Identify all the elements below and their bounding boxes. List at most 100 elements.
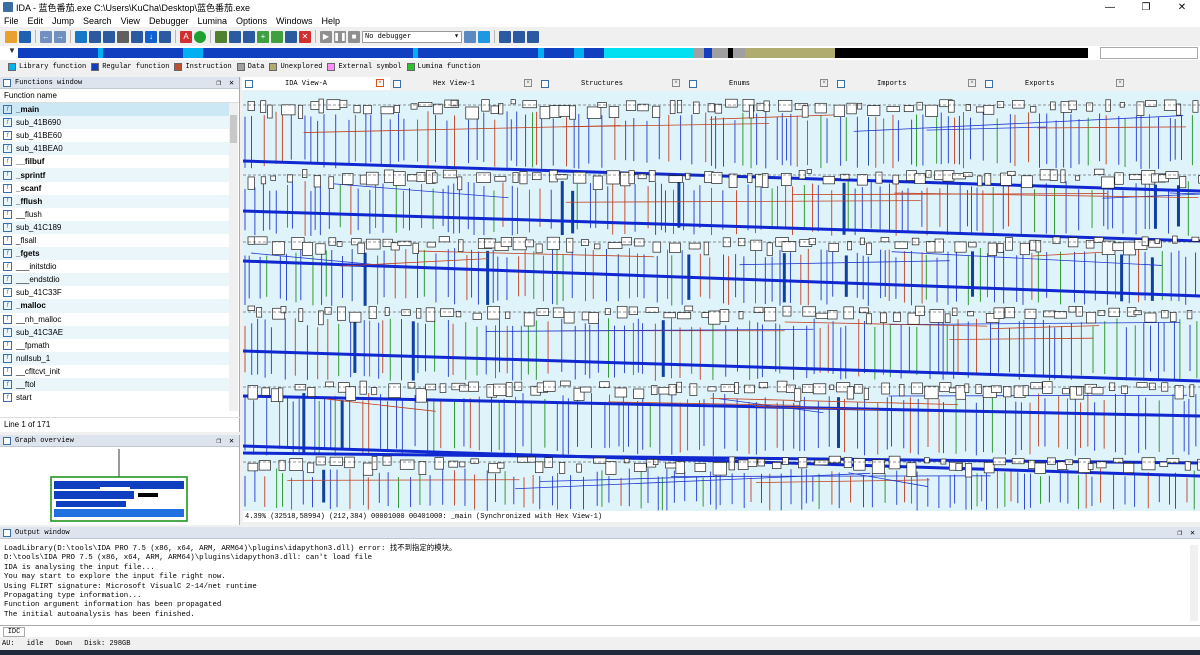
legend-swatch — [269, 63, 278, 71]
function-row[interactable]: f _fflush — [0, 194, 229, 208]
function-row[interactable]: f __nh_malloc — [0, 313, 229, 326]
close-tab-icon[interactable]: × — [672, 79, 680, 87]
play-icon[interactable]: ▶ — [320, 30, 332, 43]
function-row[interactable]: f sub_41C33F — [0, 286, 229, 299]
text-search-icon[interactable]: A — [180, 30, 192, 43]
tab-structures[interactable]: Structures × — [538, 77, 686, 90]
data-icon[interactable] — [103, 30, 115, 43]
function-row[interactable]: f start — [0, 391, 229, 404]
output-scrollbar[interactable] — [1190, 545, 1198, 621]
debugger-options-icon[interactable] — [464, 30, 476, 43]
xref-icon[interactable] — [229, 30, 241, 43]
autoanalysis-state: idle — [26, 640, 44, 648]
back-icon[interactable]: ← — [40, 30, 52, 43]
delete-icon[interactable]: ✕ — [299, 30, 311, 43]
menu-options[interactable]: Options — [236, 16, 267, 26]
float-icon[interactable]: ❐ — [216, 436, 221, 446]
navigation-dropdown[interactable] — [1100, 47, 1198, 59]
float-icon[interactable]: ❐ — [216, 78, 221, 88]
graph-icon[interactable] — [215, 30, 227, 43]
output-window: Output window ❐ ✕ LoadLibrary(D:\tools\ID… — [0, 527, 1200, 625]
stop-icon[interactable]: ■ — [348, 30, 360, 43]
forward-icon[interactable]: → — [54, 30, 66, 43]
tab-ida-view-a[interactable]: IDA View-A × — [242, 77, 390, 90]
struct-icon[interactable] — [117, 30, 129, 43]
search-direction[interactable]: Down — [55, 640, 72, 648]
proximity-icon[interactable] — [243, 30, 255, 43]
menu-view[interactable]: View — [121, 16, 140, 26]
function-row[interactable]: f _main — [0, 103, 229, 117]
array-icon[interactable] — [131, 30, 143, 43]
menu-windows[interactable]: Windows — [276, 16, 313, 26]
layout-icon[interactable] — [513, 30, 525, 43]
code-icon[interactable] — [75, 30, 87, 43]
function-row[interactable]: f _flsall — [0, 234, 229, 247]
float-icon[interactable]: ❐ — [1177, 528, 1182, 538]
debugger-select[interactable]: No debugger — [362, 30, 462, 43]
open-icon[interactable] — [5, 30, 17, 43]
function-row[interactable]: f _malloc — [0, 299, 229, 313]
tab-hex-view-1[interactable]: Hex View-1 × — [390, 77, 538, 90]
function-row[interactable]: f nullsub_1 — [0, 351, 229, 365]
navigation-bar[interactable] — [18, 48, 1088, 58]
close-panel-icon[interactable]: ✕ — [229, 78, 234, 88]
pause-icon[interactable]: ❚❚ — [333, 30, 347, 43]
maximize-button[interactable]: ❐ — [1128, 0, 1164, 14]
function-row[interactable]: f sub_41BE60 — [0, 129, 229, 142]
idc-language-button[interactable]: IDC — [3, 627, 25, 637]
function-name-column-header[interactable]: Function name — [0, 89, 239, 103]
function-row[interactable]: f sub_41C189 — [0, 220, 229, 234]
window-icon[interactable] — [499, 30, 511, 43]
save-icon[interactable] — [19, 30, 31, 43]
function-row[interactable]: f sub_41BEA0 — [0, 142, 229, 156]
scrollbar-thumb[interactable] — [230, 115, 237, 143]
close-tab-icon[interactable]: × — [968, 79, 976, 87]
plus-icon[interactable]: + — [257, 30, 269, 43]
close-button[interactable]: ✕ — [1164, 0, 1200, 14]
arrow-down-icon[interactable]: ↓ — [145, 30, 157, 43]
function-row[interactable]: f __flush — [0, 208, 229, 221]
tab-imports[interactable]: Imports × — [834, 77, 982, 90]
function-row[interactable]: f sub_41C3AE — [0, 325, 229, 339]
close-tab-icon[interactable]: × — [376, 79, 384, 87]
tab-enums[interactable]: Enums × — [686, 77, 834, 90]
ida-graph-view[interactable] — [243, 91, 1200, 511]
function-icon[interactable] — [89, 30, 101, 43]
close-panel-icon[interactable]: ✕ — [1190, 528, 1195, 538]
attach-icon[interactable] — [478, 30, 490, 43]
tab-exports[interactable]: Exports × — [982, 77, 1130, 90]
function-row[interactable]: f _fgets — [0, 247, 229, 261]
function-row[interactable]: f ___endstdio — [0, 273, 229, 287]
flag-icon[interactable] — [527, 30, 539, 43]
function-row[interactable]: f __cfltcvt_init — [0, 365, 229, 378]
add-breakpoint-icon[interactable] — [271, 30, 283, 43]
menu-file[interactable]: File — [4, 16, 19, 26]
function-row[interactable]: f __filbuf — [0, 155, 229, 168]
function-row[interactable]: f __fpmath — [0, 339, 229, 352]
structures-icon — [541, 79, 549, 88]
function-row[interactable]: f _sprintf — [0, 168, 229, 182]
function-row[interactable]: f _scanf — [0, 182, 229, 195]
close-panel-icon[interactable]: ✕ — [229, 436, 234, 446]
menu-jump[interactable]: Jump — [52, 16, 74, 26]
function-list-scrollbar[interactable] — [229, 103, 238, 411]
menu-search[interactable]: Search — [83, 16, 112, 26]
close-tab-icon[interactable]: × — [820, 79, 828, 87]
undefine-icon[interactable] — [159, 30, 171, 43]
function-row[interactable]: f ___initstdio — [0, 260, 229, 273]
nav-pointer-icon: ▼ — [8, 46, 16, 55]
control-flow-graph[interactable] — [243, 91, 1200, 511]
close-tab-icon[interactable]: × — [524, 79, 532, 87]
close-tab-icon[interactable]: × — [1116, 79, 1124, 87]
run-icon[interactable] — [194, 30, 206, 43]
chart-icon[interactable] — [285, 30, 297, 43]
menu-edit[interactable]: Edit — [28, 16, 44, 26]
function-row[interactable]: f __ftol — [0, 377, 229, 392]
graph-overview-minimap[interactable] — [0, 447, 240, 523]
menu-debugger[interactable]: Debugger — [149, 16, 189, 26]
minimize-button[interactable]: — — [1092, 0, 1128, 14]
function-row[interactable]: f sub_41B690 — [0, 116, 229, 130]
menu-lumina[interactable]: Lumina — [197, 16, 227, 26]
legend-item: External symbol — [327, 63, 402, 71]
menu-help[interactable]: Help — [322, 16, 341, 26]
